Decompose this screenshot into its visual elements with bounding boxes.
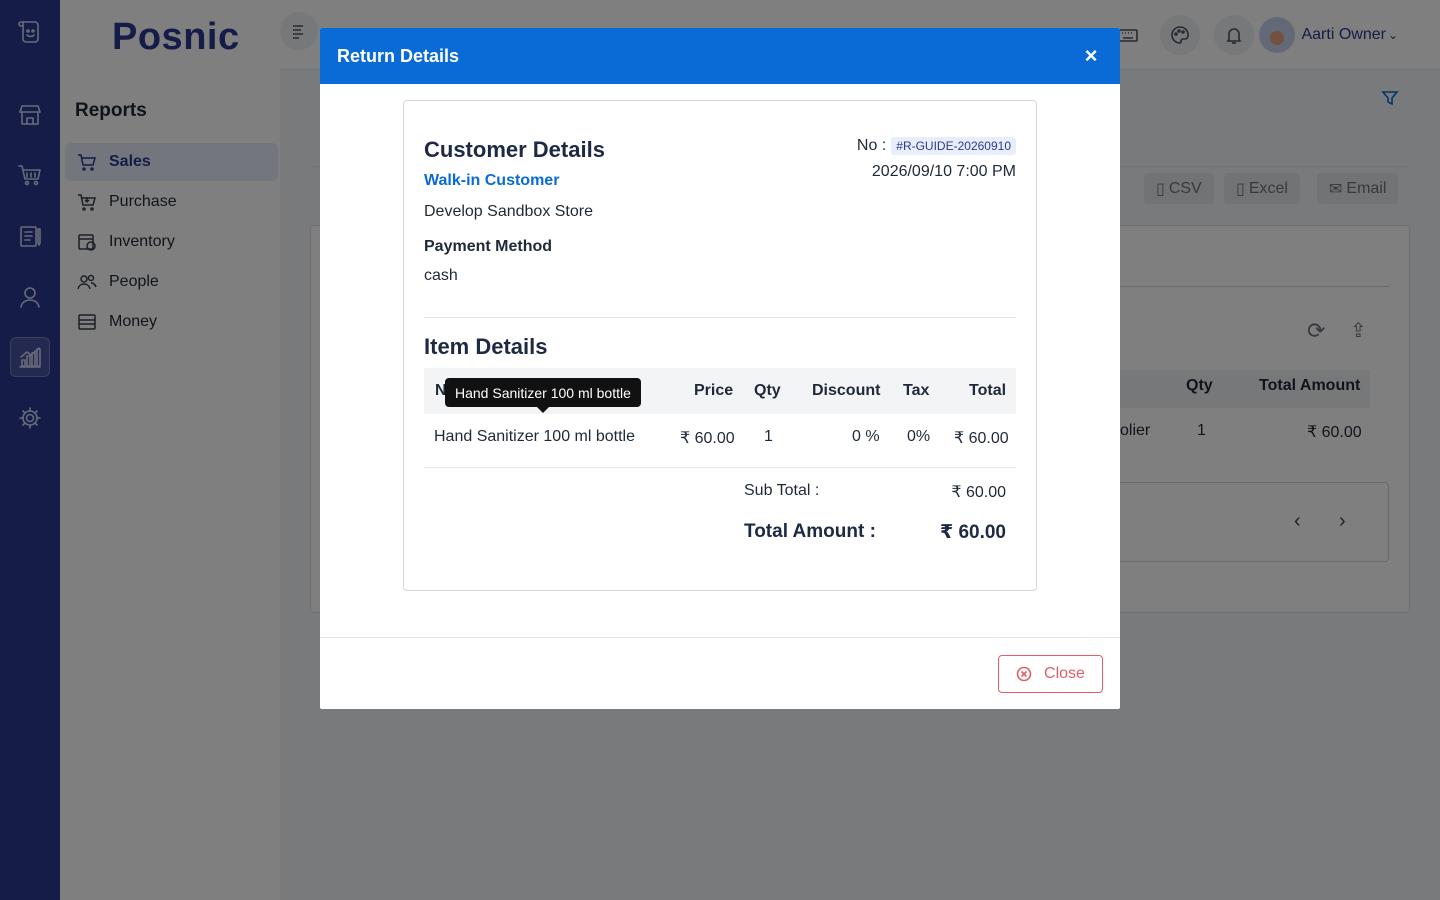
payment-method-value: cash [424, 267, 458, 284]
row-item-discount: 0 % [852, 428, 880, 445]
row-item-price: ₹ 60.00 [680, 430, 735, 447]
customer-name-link[interactable]: Walk-in Customer [424, 172, 559, 190]
column-discount: Discount [812, 382, 881, 399]
column-total: Total [969, 382, 1007, 399]
total-amount-label: Total Amount : [744, 521, 876, 542]
close-circle-icon [1016, 666, 1032, 682]
sub-total-label: Sub Total : [744, 482, 820, 499]
item-details-heading: Item Details [424, 334, 548, 359]
row-item-qty: 1 [764, 428, 773, 445]
modal-footer: Close [320, 637, 1120, 709]
return-number-badge: #R-GUIDE-20260910 [891, 137, 1016, 155]
return-details-card: Customer Details Walk-in Customer Develo… [403, 100, 1037, 591]
sub-total-value: ₹ 60.00 [951, 484, 1006, 501]
store-name: Develop Sandbox Store [424, 203, 593, 220]
section-divider [424, 317, 1016, 318]
modal-title: Return Details [337, 45, 460, 66]
total-amount-value: ₹ 60.00 [939, 522, 1006, 543]
row-item-total: ₹ 60.00 [954, 430, 1009, 447]
close-icon[interactable]: × [1079, 43, 1103, 69]
column-qty: Qty [754, 382, 781, 399]
item-name-tooltip: Hand Sanitizer 100 ml bottle [445, 378, 641, 413]
close-button-label: Close [1044, 665, 1085, 682]
return-datetime: 2026/09/10 7:00 PM [871, 163, 1016, 180]
return-number-row: No : #R-GUIDE-20260910 [857, 137, 1016, 155]
payment-method-label: Payment Method [424, 238, 553, 255]
row-item-name: Hand Sanitizer 100 ml bottle [434, 428, 635, 445]
column-tax: Tax [903, 382, 930, 399]
customer-details-heading: Customer Details [424, 137, 605, 162]
column-price: Price [694, 382, 734, 399]
row-item-tax: 0% [907, 428, 931, 445]
modal-header: Return Details × [320, 28, 1120, 84]
return-number-label: No : [856, 137, 887, 154]
row-divider [424, 467, 1016, 468]
return-details-modal: Return Details × Customer Details Walk-i… [320, 28, 1120, 709]
close-button[interactable]: Close [998, 655, 1103, 693]
